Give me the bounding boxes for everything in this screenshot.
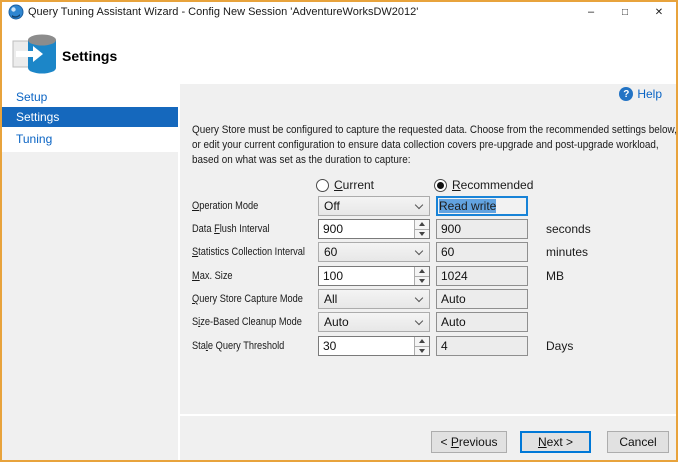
statistics-collection-interval-recommended-field[interactable]: 60 bbox=[436, 242, 528, 262]
triangle-up-icon bbox=[419, 222, 425, 227]
query-store-capture-mode-recommended-field[interactable]: Auto bbox=[436, 289, 528, 309]
unit-label: minutes bbox=[546, 245, 589, 259]
wizard-window: Query Tuning Assistant Wizard - Config N… bbox=[0, 0, 678, 462]
window-controls: – □ ✕ bbox=[574, 2, 676, 22]
unit-label: MB bbox=[546, 269, 564, 283]
description-text: Query Store must be configured to captur… bbox=[192, 124, 677, 166]
form-row-max-size: Max. Size 100 1024 MB bbox=[192, 266, 676, 286]
radio-circle bbox=[316, 178, 329, 192]
max-size-spinner[interactable]: 100 bbox=[318, 266, 430, 286]
sidebar-item-settings[interactable]: Settings bbox=[2, 107, 178, 127]
unit-label: Days bbox=[546, 339, 574, 353]
next-button[interactable]: Next > bbox=[520, 431, 591, 453]
stale-query-threshold-spinner[interactable]: 30 bbox=[318, 336, 430, 356]
size-based-cleanup-mode-combobox[interactable]: Auto bbox=[318, 312, 430, 332]
field-label: Stale Query Threshold bbox=[192, 340, 285, 352]
query-store-capture-mode-combobox[interactable]: All bbox=[318, 289, 430, 309]
previous-button[interactable]: < Previous bbox=[431, 431, 507, 453]
radio-circle-selected bbox=[434, 178, 447, 192]
chevron-down-icon bbox=[414, 316, 424, 326]
form-row-statistics-collection-interval: Statistics Collection Interval 60 60 min… bbox=[192, 242, 676, 262]
app-icon bbox=[8, 4, 24, 20]
size-based-cleanup-mode-recommended-field[interactable]: Auto bbox=[436, 312, 528, 332]
field-label: Statistics Collection Interval bbox=[192, 246, 305, 258]
spinner-down-button[interactable] bbox=[415, 230, 429, 239]
field-label: Max. Size bbox=[192, 270, 233, 282]
window-title: Query Tuning Assistant Wizard - Config N… bbox=[28, 6, 419, 18]
data-flush-interval-spinner[interactable]: 900 bbox=[318, 219, 430, 239]
data-flush-interval-recommended-field[interactable]: 900 bbox=[436, 219, 528, 239]
minimize-button[interactable]: – bbox=[574, 2, 608, 22]
triangle-down-icon bbox=[419, 278, 425, 283]
spinner-up-button[interactable] bbox=[415, 337, 429, 347]
field-label: Query Store Capture Mode bbox=[192, 293, 303, 305]
chevron-down-icon bbox=[414, 200, 424, 210]
sidebar-item-tuning[interactable]: Tuning bbox=[2, 129, 178, 149]
chevron-down-icon bbox=[414, 246, 424, 256]
operation-mode-recommended-field[interactable]: Read write bbox=[436, 196, 528, 216]
max-size-recommended-field[interactable]: 1024 bbox=[436, 266, 528, 286]
title-bar: Query Tuning Assistant Wizard - Config N… bbox=[2, 2, 676, 22]
radio-current[interactable]: Current bbox=[316, 177, 374, 193]
unit-label: seconds bbox=[546, 222, 591, 236]
spinner-down-button[interactable] bbox=[415, 347, 429, 356]
field-label: Data Flush Interval bbox=[192, 223, 270, 235]
spinner-up-button[interactable] bbox=[415, 220, 429, 230]
form-row-size-based-cleanup-mode: Size-Based Cleanup Mode Auto Auto bbox=[192, 312, 676, 332]
chevron-down-icon bbox=[414, 293, 424, 303]
sidebar-item-label: Setup bbox=[16, 90, 48, 104]
triangle-up-icon bbox=[419, 269, 425, 274]
spinner-buttons bbox=[414, 220, 429, 238]
field-label: Size-Based Cleanup Mode bbox=[192, 316, 302, 328]
footer-separator bbox=[180, 414, 676, 416]
spinner-buttons bbox=[414, 337, 429, 355]
page-title: Settings bbox=[62, 48, 118, 64]
maximize-button[interactable]: □ bbox=[608, 2, 642, 22]
triangle-up-icon bbox=[419, 339, 425, 344]
database-arrow-icon bbox=[12, 34, 56, 74]
help-icon: ? bbox=[619, 87, 634, 101]
config-source-radio-group: Current Recommended bbox=[192, 177, 676, 193]
radio-recommended[interactable]: Recommended bbox=[434, 177, 533, 193]
spinner-buttons bbox=[414, 267, 429, 285]
sidebar-item-label: Tuning bbox=[16, 132, 53, 146]
spinner-down-button[interactable] bbox=[415, 277, 429, 286]
close-button[interactable]: ✕ bbox=[642, 2, 676, 22]
form-row-query-store-capture-mode: Query Store Capture Mode All Auto bbox=[192, 289, 676, 309]
field-label: Operation Mode bbox=[192, 200, 259, 212]
sidebar-item-label: Settings bbox=[16, 110, 60, 124]
form-row-stale-query-threshold: Stale Query Threshold 30 4 Days bbox=[192, 336, 676, 356]
help-label: Help bbox=[637, 87, 662, 101]
operation-mode-combobox[interactable]: Off bbox=[318, 196, 430, 216]
vertical-separator bbox=[178, 84, 180, 460]
stale-query-threshold-recommended-field[interactable]: 4 bbox=[436, 336, 528, 356]
cancel-button[interactable]: Cancel bbox=[607, 431, 669, 453]
form-row-operation-mode: Operation Mode Off Read write bbox=[192, 196, 676, 216]
form-row-data-flush-interval: Data Flush Interval 900 900 seconds bbox=[192, 219, 676, 239]
statistics-collection-interval-combobox[interactable]: 60 bbox=[318, 242, 430, 262]
triangle-down-icon bbox=[419, 348, 425, 353]
spinner-up-button[interactable] bbox=[415, 267, 429, 277]
sidebar-item-setup[interactable]: Setup bbox=[2, 87, 178, 107]
help-link[interactable]: ? Help bbox=[619, 87, 662, 101]
triangle-down-icon bbox=[419, 231, 425, 236]
